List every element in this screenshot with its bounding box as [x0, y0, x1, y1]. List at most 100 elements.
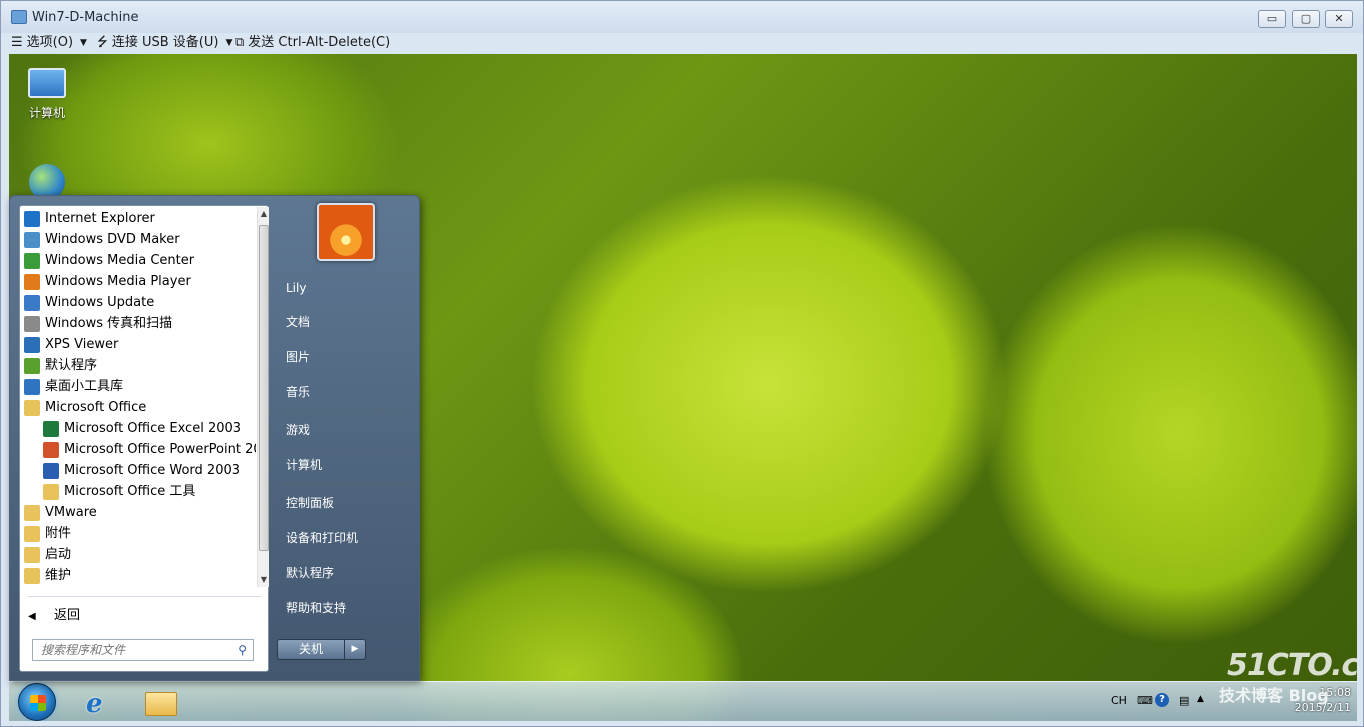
taskbar-ie-button[interactable]: e: [73, 684, 123, 720]
program-label: Microsoft Office: [45, 400, 147, 415]
program-item[interactable]: Internet Explorer: [20, 208, 256, 229]
program-item[interactable]: Windows Media Player: [20, 271, 256, 292]
user-avatar[interactable]: [317, 203, 375, 261]
program-item[interactable]: XPS Viewer: [20, 334, 256, 355]
start-menu: Internet Explorer Windows DVD Maker Window…: [9, 195, 420, 681]
menu-usb[interactable]: ⭍ 连接 USB 设备(U) ▼: [97, 34, 232, 52]
maximize-button[interactable]: ▢: [1292, 10, 1320, 28]
shutdown-options-icon[interactable]: ▶: [345, 639, 366, 660]
back-label: 返回: [54, 608, 81, 623]
program-item[interactable]: 附件: [20, 523, 256, 544]
scroll-thumb[interactable]: [259, 225, 269, 551]
close-button[interactable]: ✕: [1325, 10, 1353, 28]
program-item[interactable]: Microsoft Office Excel 2003: [20, 418, 256, 439]
keyboard-icon[interactable]: ⌨: [1137, 694, 1153, 707]
search-input[interactable]: [33, 640, 228, 660]
network-send-icon: ⧉: [235, 35, 245, 50]
window-title: Win7-D-Machine: [32, 10, 139, 25]
program-item[interactable]: Microsoft Office PowerPoint 2003: [20, 439, 256, 460]
programs-scrollbar[interactable]: ▲ ▼: [257, 207, 269, 587]
folder-icon: [24, 399, 40, 416]
menu-options[interactable]: ☰ 选项(O) ▼: [11, 34, 87, 52]
clock-time: 15:08: [1319, 686, 1351, 699]
computer-icon: [28, 68, 66, 98]
program-item[interactable]: Microsoft Office: [20, 397, 256, 418]
program-item[interactable]: 维护: [20, 565, 256, 586]
start-right-help[interactable]: 帮助和支持: [286, 597, 406, 619]
program-label: VMware: [45, 505, 97, 520]
powerpoint-icon: [43, 441, 59, 458]
folder-icon: [43, 483, 59, 500]
word-icon: [43, 462, 59, 479]
divider: [278, 484, 413, 485]
start-right-devices[interactable]: 设备和打印机: [286, 527, 406, 549]
xps-icon: [24, 336, 40, 353]
menu-bar: ☰ 选项(O) ▼ ⭍ 连接 USB 设备(U) ▼ ⧉ 发送 Ctrl-Alt…: [1, 33, 1363, 53]
program-item[interactable]: 默认程序: [20, 355, 256, 376]
ie-icon: [24, 210, 40, 227]
program-item[interactable]: VMware: [20, 502, 256, 523]
media-center-icon: [24, 252, 40, 269]
fax-icon: [24, 315, 40, 332]
program-label: Windows 传真和扫描: [45, 316, 173, 331]
program-item[interactable]: Windows Update: [20, 292, 256, 313]
title-bar[interactable]: Win7-D-Machine ▭ ▢ ✕: [1, 1, 1363, 33]
folder-icon: [145, 692, 177, 716]
program-label: XPS Viewer: [45, 337, 119, 352]
desktop-icon-label: 计算机: [28, 106, 65, 120]
program-item[interactable]: Windows 传真和扫描: [20, 313, 256, 334]
start-right-control-panel[interactable]: 控制面板: [286, 492, 406, 514]
start-right-user[interactable]: Lily: [286, 277, 406, 299]
dropdown-arrow-icon: ▼: [80, 38, 87, 48]
clock-date: 2015/2/11: [1294, 701, 1351, 714]
vm-host-window: Win7-D-Machine ▭ ▢ ✕ ☰ 选项(O) ▼ ⭍ 连接 USB …: [0, 0, 1364, 727]
search-icon[interactable]: ⚲: [238, 643, 247, 657]
network-tray-icon[interactable]: ▤: [1179, 694, 1189, 707]
help-icon[interactable]: ?: [1155, 693, 1169, 707]
program-label: 默认程序: [45, 358, 98, 373]
media-player-icon: [24, 273, 40, 290]
back-button[interactable]: ◀ 返回: [28, 604, 248, 628]
clock[interactable]: 15:08 2015/2/11: [1271, 685, 1351, 715]
program-label: 附件: [45, 526, 72, 541]
usb-icon: ⭍: [97, 35, 108, 50]
program-item[interactable]: Windows Media Center: [20, 250, 256, 271]
start-right-pictures[interactable]: 图片: [286, 346, 406, 368]
program-item[interactable]: Windows DVD Maker: [20, 229, 256, 250]
language-indicator[interactable]: CH: [1111, 694, 1127, 707]
search-box[interactable]: ⚲: [32, 639, 254, 661]
program-label: Microsoft Office 工具: [64, 484, 196, 499]
program-label: Windows Media Center: [45, 253, 195, 268]
app-icon: [11, 10, 27, 24]
program-label: 维护: [45, 568, 72, 583]
taskbar-explorer-button[interactable]: [135, 684, 185, 720]
default-programs-icon: [24, 357, 40, 374]
menu-send-cad[interactable]: ⧉ 发送 Ctrl-Alt-Delete(C): [235, 34, 390, 52]
menu-send-cad-label: 发送 Ctrl-Alt-Delete(C): [248, 35, 391, 50]
scroll-up-icon[interactable]: ▲: [258, 207, 270, 221]
divider: [28, 596, 262, 597]
taskbar: e CH ⌨ ? ▤ ▲ 15:08 2015/2/11: [9, 681, 1357, 721]
menu-options-label: 选项(O): [26, 35, 74, 50]
folder-icon: [24, 567, 40, 584]
program-item[interactable]: 启动: [20, 544, 256, 565]
program-item[interactable]: Microsoft Office Word 2003: [20, 460, 256, 481]
start-right-games[interactable]: 游戏: [286, 419, 406, 441]
program-item[interactable]: 桌面小工具库: [20, 376, 256, 397]
scroll-down-icon[interactable]: ▼: [258, 573, 270, 587]
ie-icon: e: [86, 689, 103, 719]
start-right-music[interactable]: 音乐: [286, 381, 406, 403]
program-label: Windows Update: [45, 295, 155, 310]
desktop-icon-computer[interactable]: 计算机: [12, 68, 82, 121]
start-button[interactable]: [18, 683, 56, 721]
watermark-brand: 51CTO.com: [1227, 648, 1357, 683]
minimize-button[interactable]: ▭: [1258, 10, 1286, 28]
program-label: Windows Media Player: [45, 274, 191, 289]
shutdown-button[interactable]: 关机: [277, 639, 345, 660]
start-right-documents[interactable]: 文档: [286, 311, 406, 333]
program-label: Internet Explorer: [45, 211, 155, 226]
start-right-computer[interactable]: 计算机: [286, 454, 406, 476]
program-item[interactable]: Microsoft Office 工具: [20, 481, 256, 502]
start-right-default-programs[interactable]: 默认程序: [286, 562, 406, 584]
tray-expand-icon[interactable]: ▲: [1197, 694, 1204, 704]
